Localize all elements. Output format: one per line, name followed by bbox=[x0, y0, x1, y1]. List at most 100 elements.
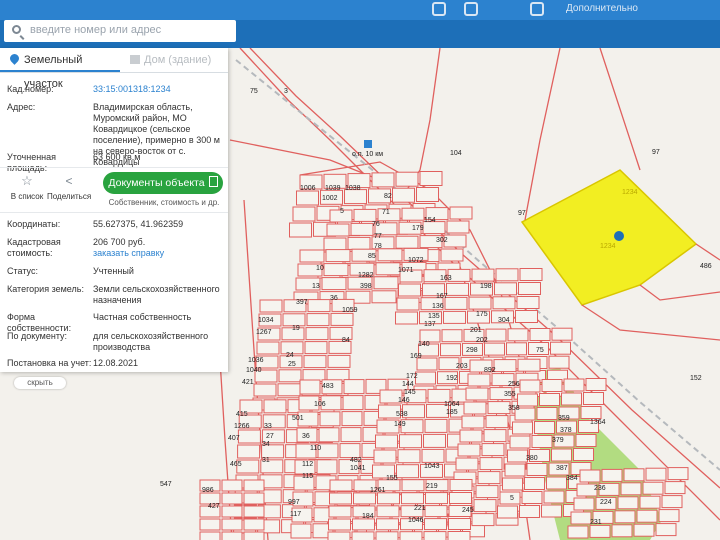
parcel[interactable] bbox=[601, 468, 623, 482]
parcel[interactable] bbox=[253, 383, 277, 397]
parcel[interactable] bbox=[507, 449, 528, 463]
parcel[interactable] bbox=[415, 371, 436, 385]
parcel[interactable] bbox=[611, 524, 633, 538]
parcel[interactable] bbox=[471, 513, 495, 527]
parcel[interactable] bbox=[543, 490, 565, 504]
parcel[interactable] bbox=[531, 435, 553, 448]
parcel[interactable] bbox=[243, 518, 265, 531]
parcel[interactable] bbox=[502, 477, 523, 491]
parcel[interactable] bbox=[221, 505, 243, 518]
parcel[interactable] bbox=[504, 463, 526, 477]
parcel[interactable] bbox=[373, 276, 399, 290]
parcel[interactable] bbox=[328, 505, 352, 518]
parcel[interactable] bbox=[375, 262, 401, 276]
parcel[interactable] bbox=[371, 172, 395, 188]
parcel[interactable] bbox=[481, 443, 505, 457]
parcel[interactable] bbox=[645, 467, 667, 481]
parcel[interactable] bbox=[471, 268, 495, 282]
parcel[interactable] bbox=[483, 429, 507, 443]
parcel[interactable] bbox=[401, 207, 425, 221]
parcel[interactable] bbox=[444, 296, 468, 310]
parcel[interactable] bbox=[375, 434, 398, 449]
parcel[interactable] bbox=[416, 187, 439, 202]
parcel[interactable] bbox=[658, 509, 680, 523]
parcel[interactable] bbox=[299, 379, 321, 395]
parcel[interactable] bbox=[492, 296, 516, 310]
parcel[interactable] bbox=[278, 369, 302, 383]
parcel[interactable] bbox=[259, 299, 283, 313]
parcel[interactable] bbox=[506, 342, 527, 356]
parcel[interactable] bbox=[546, 476, 567, 490]
parcel[interactable] bbox=[479, 457, 503, 471]
parcel[interactable] bbox=[561, 392, 582, 406]
parcel[interactable] bbox=[373, 449, 397, 464]
parcel[interactable] bbox=[305, 327, 329, 341]
parcel[interactable] bbox=[589, 524, 611, 538]
documents-button[interactable]: Документы объекта bbox=[103, 172, 223, 194]
parcel[interactable] bbox=[551, 327, 573, 341]
parcel[interactable] bbox=[585, 378, 607, 391]
cadastral-number[interactable]: 33:15:001318:1234 bbox=[93, 84, 223, 95]
parcel[interactable] bbox=[401, 492, 424, 505]
parcel[interactable] bbox=[539, 393, 560, 406]
parcel[interactable] bbox=[341, 411, 363, 427]
parcel[interactable] bbox=[633, 523, 655, 537]
parcel[interactable] bbox=[487, 401, 511, 415]
parcel[interactable] bbox=[256, 341, 280, 355]
parcel[interactable] bbox=[243, 531, 265, 540]
parcel[interactable] bbox=[517, 393, 538, 407]
parcel[interactable] bbox=[323, 237, 347, 251]
parcel[interactable] bbox=[465, 387, 489, 401]
parcel[interactable] bbox=[639, 495, 661, 509]
menu-icon[interactable] bbox=[464, 2, 478, 16]
parcel[interactable] bbox=[519, 505, 540, 518]
parcel[interactable] bbox=[667, 467, 689, 481]
parcel[interactable] bbox=[340, 427, 362, 443]
parcel[interactable] bbox=[319, 411, 341, 427]
parcel[interactable] bbox=[243, 492, 265, 505]
parcel[interactable] bbox=[376, 518, 399, 531]
parcel[interactable] bbox=[664, 481, 686, 495]
parcel[interactable] bbox=[330, 312, 354, 326]
parcel[interactable] bbox=[375, 531, 399, 540]
parcel[interactable] bbox=[461, 415, 485, 429]
parcel[interactable] bbox=[199, 531, 221, 540]
parcel[interactable] bbox=[221, 531, 243, 540]
parcel[interactable] bbox=[399, 531, 423, 540]
parcel[interactable] bbox=[518, 282, 541, 295]
parcel[interactable] bbox=[321, 277, 347, 291]
parcel[interactable] bbox=[550, 341, 571, 355]
parcel[interactable] bbox=[290, 523, 312, 539]
save-to-list-button[interactable]: ☆ В список bbox=[5, 170, 49, 202]
parcel[interactable] bbox=[395, 235, 419, 249]
tab-land[interactable]: Земельный участок bbox=[0, 48, 120, 90]
parcel[interactable] bbox=[263, 399, 287, 414]
parcel[interactable] bbox=[221, 492, 243, 505]
parcel[interactable] bbox=[299, 249, 325, 263]
parcel[interactable] bbox=[495, 268, 519, 282]
parcel[interactable] bbox=[306, 313, 330, 327]
parcel[interactable] bbox=[515, 310, 538, 323]
tools-icon[interactable] bbox=[530, 2, 544, 16]
parcel[interactable] bbox=[292, 206, 316, 222]
parcel[interactable] bbox=[519, 379, 541, 393]
parcel[interactable] bbox=[497, 505, 518, 519]
parcel[interactable] bbox=[548, 355, 570, 369]
parcel[interactable] bbox=[573, 497, 595, 511]
parcel[interactable] bbox=[617, 496, 639, 510]
extra-menu[interactable]: Дополнительно bbox=[566, 3, 638, 14]
parcel[interactable] bbox=[536, 407, 558, 420]
layers-icon[interactable] bbox=[432, 2, 446, 16]
parcel[interactable] bbox=[327, 531, 351, 540]
parcel[interactable] bbox=[570, 511, 592, 525]
parcel[interactable] bbox=[425, 492, 448, 505]
parcel[interactable] bbox=[463, 401, 487, 415]
parcel[interactable] bbox=[446, 220, 470, 234]
parcel[interactable] bbox=[524, 477, 545, 490]
parcel[interactable] bbox=[329, 492, 352, 505]
parcel[interactable] bbox=[467, 373, 491, 387]
parcel[interactable] bbox=[343, 379, 365, 395]
parcel[interactable] bbox=[448, 518, 471, 530]
parcel[interactable] bbox=[534, 421, 555, 434]
parcel[interactable] bbox=[316, 459, 338, 475]
